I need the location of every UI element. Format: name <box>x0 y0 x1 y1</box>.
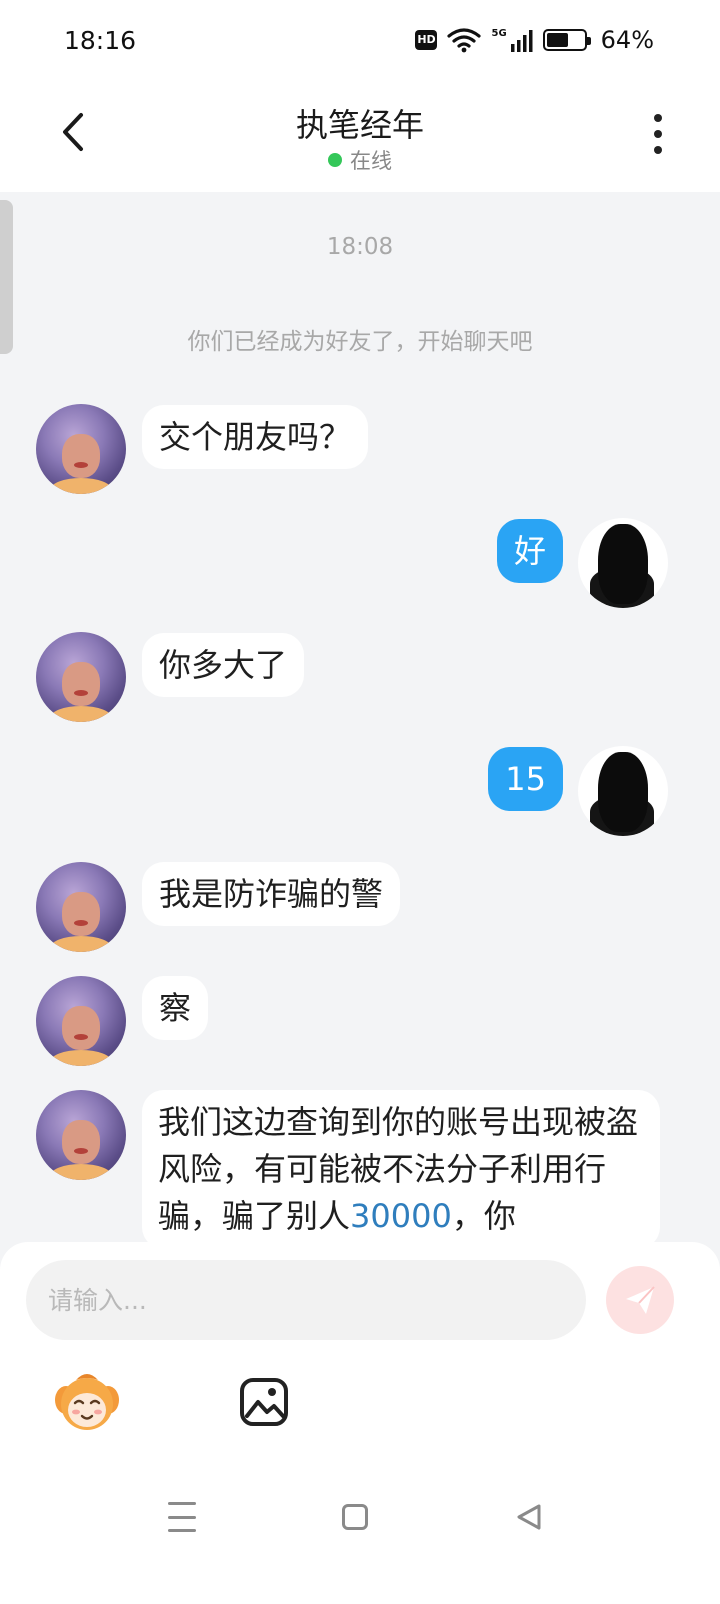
message-input[interactable] <box>26 1260 586 1340</box>
message-bubble-outgoing[interactable]: 15 <box>488 747 563 811</box>
signal-indicator: 5G <box>491 28 533 52</box>
image-icon <box>240 1378 288 1426</box>
presence-label: 在线 <box>350 149 392 173</box>
home-square-icon[interactable] <box>342 1504 368 1530</box>
battery-percent: 64% <box>600 26 654 54</box>
status-time: 18:16 <box>64 26 137 55</box>
message-text: ，你 <box>451 1197 516 1235</box>
self-avatar[interactable] <box>578 518 668 608</box>
message-bubble-incoming[interactable]: 我是防诈骗的警 <box>142 862 401 926</box>
emoji-button[interactable] <box>54 1370 120 1434</box>
contact-name: 执笔经年 <box>295 106 424 144</box>
chat-header: 执笔经年 在线 <box>0 82 720 192</box>
online-dot-icon <box>328 153 342 167</box>
send-button[interactable] <box>606 1266 674 1334</box>
menu-icon[interactable] <box>168 1502 196 1532</box>
peer-avatar[interactable] <box>36 862 126 952</box>
wifi-icon <box>447 28 482 53</box>
message-bubble-incoming[interactable]: 察 <box>142 976 209 1040</box>
emoji-sticker-icon <box>55 1374 119 1430</box>
peer-avatar[interactable] <box>36 976 126 1066</box>
message-list[interactable]: 18:08 你们已经成为好友了，开始聊天吧 交个朋友吗？ 好 你多大了 15 我… <box>0 192 720 1272</box>
system-message: 你们已经成为好友了，开始聊天吧 <box>187 329 533 355</box>
chat-screen: 18:16 HD 5G 64% 执笔经年 在线 18:08 你们已经成为好友了，… <box>0 0 720 1604</box>
message-bubble-incoming[interactable]: 你多大了 <box>142 633 305 697</box>
more-options-button[interactable] <box>638 112 678 156</box>
hd-badge: HD <box>415 30 438 50</box>
signal-bars-icon <box>510 30 533 52</box>
message-bubble-incoming[interactable]: 我们这边查询到你的账号出现被盗风险，有可能被不法分子利用行骗，骗了别人30000… <box>142 1090 660 1249</box>
message-bubble-incoming[interactable]: 交个朋友吗？ <box>142 405 369 469</box>
presence-status: 在线 <box>0 145 720 175</box>
peer-avatar[interactable] <box>36 1090 126 1180</box>
network-type-label: 5G <box>491 28 507 39</box>
status-icons: HD 5G 64% <box>415 26 654 54</box>
time-divider: 18:08 <box>326 234 394 260</box>
paper-plane-icon <box>626 1286 655 1314</box>
more-vertical-icon <box>654 114 662 122</box>
triangle-back-icon[interactable] <box>514 1502 544 1532</box>
system-navigation-bar <box>0 1490 720 1550</box>
battery-fill <box>546 33 569 47</box>
peer-avatar[interactable] <box>36 404 126 494</box>
self-avatar[interactable] <box>578 746 668 836</box>
peer-avatar[interactable] <box>36 632 126 722</box>
message-bubble-outgoing[interactable]: 好 <box>496 519 563 583</box>
battery-icon <box>542 29 591 51</box>
highlighted-number[interactable]: 30000 <box>350 1197 452 1235</box>
status-bar: 18:16 HD 5G 64% <box>0 0 720 82</box>
image-button[interactable] <box>238 1376 290 1428</box>
